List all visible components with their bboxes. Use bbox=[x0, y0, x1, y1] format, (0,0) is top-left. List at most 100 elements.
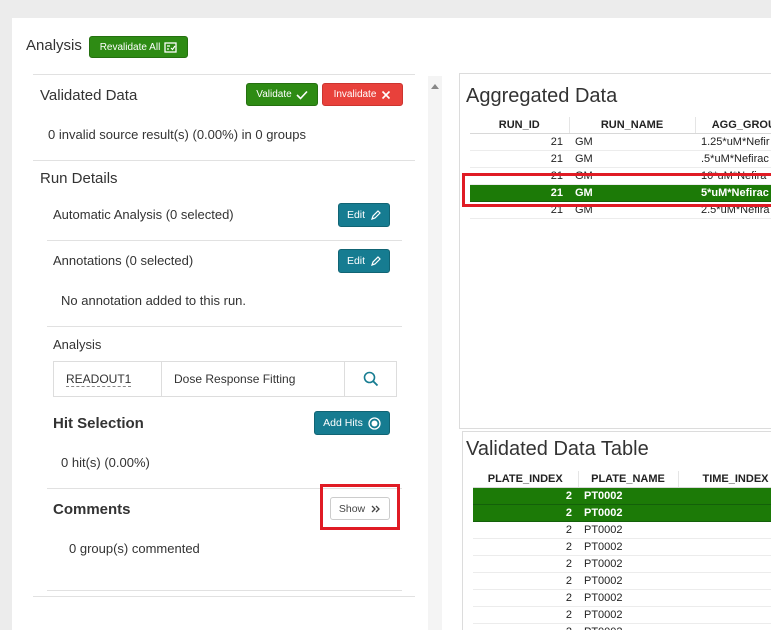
pencil-icon bbox=[371, 255, 381, 266]
automatic-analysis-label: Automatic Analysis (0 selected) bbox=[53, 207, 234, 222]
clipboard-check-icon bbox=[164, 41, 177, 53]
table-cell: 1.25*uM*Nefir bbox=[695, 133, 771, 151]
table-row[interactable]: 2PT0002 bbox=[473, 555, 771, 573]
revalidate-label: Revalidate All bbox=[99, 41, 161, 53]
vertical-scrollbar[interactable] bbox=[428, 76, 442, 630]
table-row[interactable]: 2PT0002 bbox=[473, 487, 771, 505]
no-annotation-text: No annotation added to this run. bbox=[61, 293, 247, 308]
table-cell bbox=[678, 538, 771, 556]
table-cell: 21 bbox=[470, 201, 569, 219]
table-cell: PT0002 bbox=[578, 589, 678, 607]
show-comments-button[interactable]: Show bbox=[330, 497, 390, 520]
table-cell: 2 bbox=[473, 538, 578, 556]
table-cell: GM bbox=[569, 133, 695, 151]
add-hits-label: Add Hits bbox=[323, 417, 363, 429]
divider bbox=[47, 488, 402, 489]
comments-summary: 0 group(s) commented bbox=[69, 541, 200, 556]
table-cell: 2 bbox=[473, 623, 578, 630]
validate-button[interactable]: Validate bbox=[246, 83, 318, 106]
table-row[interactable]: 21 GM 10*uM*Nefira bbox=[470, 167, 771, 185]
analysis-sub-label: Analysis bbox=[53, 337, 102, 352]
divider bbox=[33, 74, 415, 75]
table-cell: 10*uM*Nefira bbox=[695, 167, 771, 185]
divider bbox=[47, 326, 402, 327]
table-cell: 2 bbox=[473, 606, 578, 624]
table-cell bbox=[678, 606, 771, 624]
table-cell: 21 bbox=[470, 133, 569, 151]
analysis-search-button[interactable] bbox=[345, 362, 396, 396]
column-header[interactable]: PLATE_INDEX bbox=[473, 471, 579, 488]
validated-table-title: Validated Data Table bbox=[466, 438, 649, 460]
table-cell bbox=[678, 555, 771, 573]
chevron-double-right-icon bbox=[371, 505, 381, 512]
edit-label: Edit bbox=[346, 209, 366, 221]
edit-annotations-button[interactable]: Edit bbox=[338, 249, 390, 273]
table-cell: GM bbox=[569, 150, 695, 168]
aggregated-data-title: Aggregated Data bbox=[466, 85, 618, 107]
table-cell bbox=[678, 504, 771, 522]
table-cell bbox=[678, 487, 771, 505]
add-hits-button[interactable]: Add Hits bbox=[314, 411, 390, 435]
table-row[interactable]: 21 GM 1.25*uM*Nefir bbox=[470, 133, 771, 151]
table-row[interactable]: 21 GM 2.5*uM*Nefira bbox=[470, 201, 771, 219]
table-row[interactable]: 2PT0002 bbox=[473, 504, 771, 522]
readout-link[interactable]: READOUT1 bbox=[66, 372, 132, 387]
table-cell: 21 bbox=[470, 184, 569, 202]
table-cell: PT0002 bbox=[578, 555, 678, 573]
table-cell: PT0002 bbox=[578, 623, 678, 630]
column-header[interactable]: RUN_NAME bbox=[569, 117, 696, 134]
validated-data-title: Validated Data bbox=[40, 87, 138, 104]
table-cell: 2 bbox=[473, 504, 578, 522]
validated-data-grid[interactable]: PLATE_INDEX PLATE_NAME TIME_INDEX 2 PT0002 2… bbox=[473, 471, 771, 630]
table-cell bbox=[678, 589, 771, 607]
table-cell: 21 bbox=[470, 150, 569, 168]
table-row[interactable]: 2PT0002 bbox=[473, 572, 771, 590]
invalid-summary: 0 invalid source result(s) (0.00%) in 0 … bbox=[48, 127, 306, 142]
table-cell: PT0002 bbox=[578, 504, 678, 522]
close-icon bbox=[382, 90, 391, 99]
table-cell bbox=[678, 572, 771, 590]
invalidate-button[interactable]: Invalidate bbox=[322, 83, 403, 106]
divider bbox=[33, 596, 415, 597]
column-header[interactable]: RUN_ID bbox=[470, 117, 570, 134]
table-row[interactable]: 2PT0002 bbox=[473, 623, 771, 630]
run-details-title: Run Details bbox=[40, 170, 118, 187]
table-cell: 2 bbox=[473, 589, 578, 607]
table-cell: 2 bbox=[473, 572, 578, 590]
column-header[interactable]: TIME_INDEX bbox=[678, 471, 771, 488]
table-cell: GM bbox=[569, 167, 695, 185]
aggregated-data-grid[interactable]: RUN_IDRUN_NAMEAGG_GROUP 21GM1.25*uM*Nefi… bbox=[470, 117, 771, 221]
revalidate-all-button[interactable]: Revalidate All bbox=[89, 36, 188, 58]
divider bbox=[33, 160, 415, 161]
table-row[interactable]: 2PT0002 bbox=[473, 606, 771, 624]
table-cell: 2.5*uM*Nefira bbox=[695, 201, 771, 219]
check-icon bbox=[296, 90, 308, 100]
table-cell: GM bbox=[569, 201, 695, 219]
analysis-method-cell: Dose Response Fitting bbox=[162, 362, 345, 396]
column-header[interactable]: PLATE_NAME bbox=[578, 471, 679, 488]
table-cell: GM bbox=[569, 184, 695, 202]
table-row[interactable]: 2PT0002 bbox=[473, 589, 771, 607]
validate-label: Validate bbox=[256, 89, 292, 100]
table-cell: 21 bbox=[470, 167, 569, 185]
table-cell: 2 bbox=[473, 521, 578, 539]
table-cell: 2 bbox=[473, 555, 578, 573]
table-cell: 2 bbox=[473, 487, 578, 505]
analysis-row: READOUT1 Dose Response Fitting bbox=[53, 361, 397, 397]
annotations-label: Annotations (0 selected) bbox=[53, 253, 194, 268]
page-title: Analysis bbox=[26, 37, 82, 54]
table-row[interactable]: 2PT0002 bbox=[473, 538, 771, 556]
show-label: Show bbox=[338, 502, 366, 515]
divider bbox=[47, 590, 402, 591]
edit-automatic-analysis-button[interactable]: Edit bbox=[338, 203, 390, 227]
column-header[interactable]: AGG_GROUP bbox=[695, 117, 771, 134]
edit-label: Edit bbox=[346, 255, 366, 267]
table-row[interactable]: 2PT0002 bbox=[473, 521, 771, 539]
table-cell bbox=[678, 623, 771, 630]
pencil-icon bbox=[371, 209, 381, 220]
table-row[interactable]: 21 GM .5*uM*Nefirac bbox=[470, 150, 771, 168]
table-row[interactable]: 21 GM 5*uM*Nefirac bbox=[470, 184, 771, 202]
scroll-up-arrow-icon[interactable] bbox=[428, 80, 442, 94]
table-cell: PT0002 bbox=[578, 572, 678, 590]
invalidate-label: Invalidate bbox=[333, 89, 377, 100]
